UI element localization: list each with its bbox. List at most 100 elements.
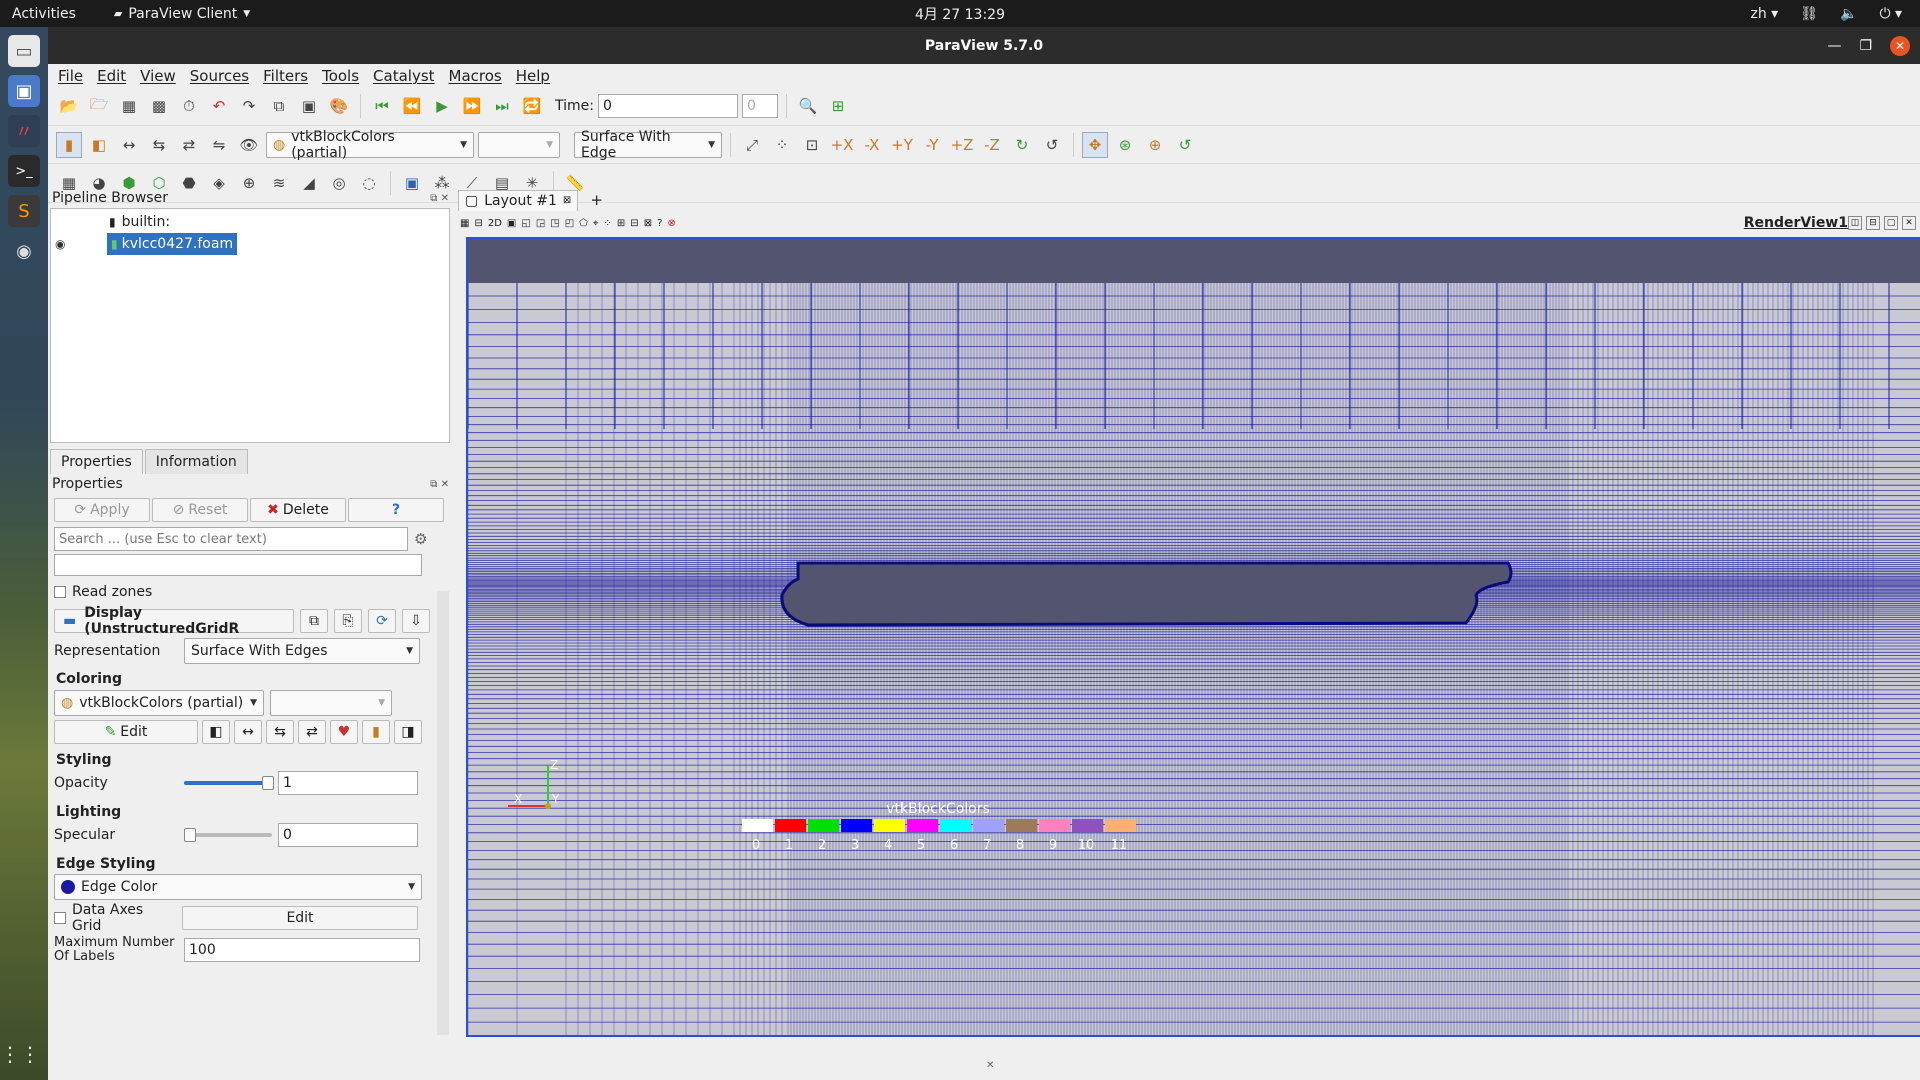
component-select[interactable]: ▼ <box>478 131 560 158</box>
rotation-center-icon[interactable]: ↺ <box>1172 132 1198 158</box>
reset-button[interactable]: ⊘ Reset <box>152 498 248 522</box>
clock[interactable]: 4月 27 13:29 <box>0 4 1920 24</box>
files-app-icon[interactable]: ▭ <box>8 35 40 67</box>
select-polygon-icon[interactable]: ⬠ <box>579 218 588 229</box>
rescale-icon[interactable]: ↔ <box>234 720 262 744</box>
save-state-icon[interactable]: ▩ <box>146 93 172 119</box>
properties-scrollbar[interactable] <box>437 591 449 1035</box>
apply-button[interactable]: ⟳ Apply <box>54 498 150 522</box>
volume-icon[interactable]: 🔈 <box>1840 6 1857 22</box>
data-axes-grid-checkbox[interactable] <box>54 912 66 924</box>
grow-selection-icon[interactable]: ⊞ <box>617 218 625 229</box>
reload-icon[interactable]: ⟳ <box>368 609 396 633</box>
specular-input[interactable]: 0 <box>278 823 418 847</box>
edit-color-map-button[interactable]: ✎ Edit <box>54 720 198 744</box>
maximize-view-icon[interactable]: ▢ <box>1884 216 1898 230</box>
coloring-dropdown[interactable]: ◍ vtkBlockColors (partial) ▼ <box>54 690 264 716</box>
select-points-icon[interactable]: ◲ <box>536 218 545 229</box>
interactive-select-icon[interactable]: ⌖ <box>593 218 599 229</box>
close-tab-icon[interactable]: ⊠ <box>563 195 571 206</box>
clipped-field[interactable] <box>54 554 422 576</box>
window-app-icon[interactable]: ▣ <box>8 75 40 107</box>
paste-icon[interactable]: ⎘ <box>334 609 362 633</box>
rotate-minus-90-icon[interactable]: ↺ <box>1039 132 1065 158</box>
palette-icon[interactable]: 🎨 <box>326 93 352 119</box>
tab-information[interactable]: Information <box>144 449 248 474</box>
gear-icon[interactable]: ⚙ <box>414 530 427 548</box>
split-vertical-icon[interactable]: ⊟ <box>1866 216 1880 230</box>
time-input[interactable]: 0 <box>597 94 738 118</box>
open-icon[interactable]: 📂 <box>56 93 82 119</box>
clear-selection-icon[interactable]: ⊠ <box>644 218 652 229</box>
menu-filters[interactable]: Filters <box>263 67 308 85</box>
add-layout-tab-button[interactable]: + <box>582 191 611 209</box>
first-frame-icon[interactable]: ⏮ <box>369 93 395 119</box>
rescale-custom-icon[interactable]: ⇆ <box>146 132 172 158</box>
next-frame-icon[interactable]: ⏩ <box>459 93 485 119</box>
color-map-icon[interactable]: ◧ <box>202 720 230 744</box>
reset-range-icon[interactable]: ↔ <box>116 132 142 158</box>
properties-search-input[interactable]: Search ... (use Esc to clear text) <box>54 527 408 551</box>
redo-icon[interactable]: ↷ <box>236 93 262 119</box>
previous-frame-icon[interactable]: ⏪ <box>399 93 425 119</box>
reset-center-icon[interactable]: ⊕ <box>1142 132 1168 158</box>
coloring-component-dropdown[interactable]: ▼ <box>270 690 392 716</box>
max-labels-input[interactable]: 100 <box>184 938 420 962</box>
opacity-input[interactable]: 1 <box>278 771 418 795</box>
camera-icon[interactable]: ▣ <box>296 93 322 119</box>
help-button[interactable]: ? <box>348 498 444 522</box>
view-plus-z-icon[interactable]: +Z <box>949 132 975 158</box>
representation-select[interactable]: Surface With Edge ▼ <box>574 129 722 161</box>
select-block-icon[interactable]: ◰ <box>565 218 574 229</box>
show-legend-icon[interactable]: ▮ <box>362 720 390 744</box>
view-minus-x-icon[interactable]: -X <box>859 132 885 158</box>
save-defaults-icon[interactable]: ⇩ <box>402 609 430 633</box>
terminal-icon[interactable]: >_ <box>8 155 40 187</box>
disc-icon[interactable]: ◉ <box>8 235 40 267</box>
shrink-selection-icon[interactable]: ⊟ <box>630 218 638 229</box>
zoom-to-data-icon[interactable]: ⁘ <box>769 132 795 158</box>
layout-tab-1[interactable]: ▢ Layout #1 ⊠ <box>458 189 579 211</box>
representation-dropdown[interactable]: Surface With Edges ▼ <box>184 638 420 664</box>
pick-center-icon[interactable]: ⊛ <box>1112 132 1138 158</box>
menu-edit[interactable]: Edit <box>97 67 126 85</box>
sublime-text-icon[interactable]: S <box>8 195 40 227</box>
view-2d-toggle[interactable]: 2D <box>488 218 502 229</box>
rescale-temporal-icon[interactable]: ⇄ <box>298 720 326 744</box>
hover-cells-icon[interactable]: ⁘ <box>604 218 612 229</box>
menu-tools[interactable]: Tools <box>322 67 359 85</box>
activities-button[interactable]: Activities <box>12 6 76 22</box>
loop-icon[interactable]: 🔁 <box>519 93 545 119</box>
status-close-icon[interactable]: ✕ <box>986 1060 994 1071</box>
close-icon[interactable]: ✕ <box>1890 35 1910 56</box>
query-icon[interactable]: ? <box>657 218 662 229</box>
menu-file[interactable]: File <box>58 67 83 85</box>
specular-slider[interactable] <box>184 828 272 842</box>
time-step-spinbox[interactable]: 0 <box>741 94 778 118</box>
edit-color-map-icon[interactable]: ◧ <box>86 132 112 158</box>
panel-float-close-icons[interactable]: ⧉ ✕ <box>430 479 449 490</box>
undo-icon[interactable]: ↶ <box>206 93 232 119</box>
render-view-title[interactable]: RenderView1 <box>1744 215 1848 231</box>
input-method-indicator[interactable]: zh ▾ <box>1751 6 1779 22</box>
last-frame-icon[interactable]: ⏭ <box>489 93 515 119</box>
tab-properties[interactable]: Properties <box>50 449 143 474</box>
find-data-icon[interactable]: 🔍 <box>795 93 821 119</box>
reset-camera-icon[interactable]: ⤢ <box>739 132 765 158</box>
visibility-icon[interactable]: 👁 <box>236 132 262 158</box>
data-axes-grid-edit-button[interactable]: Edit <box>182 906 418 930</box>
zoom-to-box-icon[interactable]: ⊡ <box>799 132 825 158</box>
view-minus-y-icon[interactable]: -Y <box>919 132 945 158</box>
rotate-plus-90-icon[interactable]: ↻ <box>1009 132 1035 158</box>
split-horizontal-icon[interactable]: ◫ <box>1848 216 1862 230</box>
toggle-color-legend-icon[interactable]: ▮ <box>56 131 82 158</box>
play-icon[interactable]: ▶ <box>429 93 455 119</box>
reset-session-icon[interactable]: ⧉ <box>266 93 292 119</box>
delete-button[interactable]: ✖ Delete <box>250 498 346 522</box>
camera-link-icon[interactable]: ▣ <box>507 218 516 229</box>
select-frustum-icon[interactable]: ◳ <box>550 218 559 229</box>
pipeline-item-builtin[interactable]: ▮ builtin: <box>109 211 170 233</box>
pipeline-item-kvlcc0427[interactable]: ▮ kvlcc0427.foam <box>107 233 238 255</box>
view-plus-x-icon[interactable]: +X <box>829 132 855 158</box>
favorite-icon[interactable]: ♥ <box>330 720 358 744</box>
